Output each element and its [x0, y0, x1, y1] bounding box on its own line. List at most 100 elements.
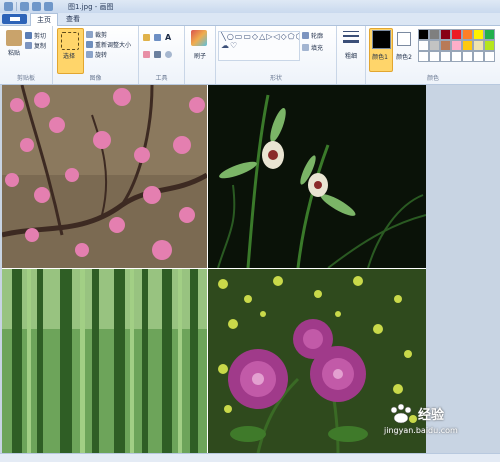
- rotate-icon: [86, 51, 93, 58]
- orchid-photo: [208, 85, 426, 268]
- palette-swatch[interactable]: [462, 40, 473, 51]
- colors-group-label: 颜色: [426, 75, 439, 82]
- watermark-url: jingyan.baidu.com: [384, 426, 458, 435]
- palette-swatch[interactable]: [484, 40, 495, 51]
- color2-label: 颜色2: [396, 54, 412, 61]
- watermark: 经验 jingyan.baidu.com: [378, 404, 498, 444]
- shapes-group: ╲○▭▭◇△▷◁◇⬠⬡▢☆☆☆◯☁♡ 轮廓 填充 形状: [216, 26, 337, 84]
- title-bar: 图1.jpg - 画图: [0, 0, 500, 13]
- clipboard-group-label: 剪贴板: [16, 75, 35, 82]
- baidu-paw-icon: [390, 404, 412, 424]
- outline-icon: [302, 32, 309, 39]
- select-icon: [61, 32, 79, 50]
- size-group: 粗细: [337, 26, 366, 84]
- clipboard-group: 粘贴 剪切 复制 剪贴板: [0, 26, 53, 84]
- fill-button[interactable]: 填充: [302, 43, 323, 52]
- size-line-1: [343, 31, 359, 32]
- color1-swatch: [372, 30, 391, 49]
- undo-icon[interactable]: [32, 2, 41, 11]
- palette-swatch[interactable]: [418, 51, 429, 62]
- palette-swatch[interactable]: [473, 40, 484, 51]
- tab-view[interactable]: 查看: [60, 13, 86, 25]
- color2-swatch[interactable]: [397, 32, 411, 46]
- rotate-label: 旋转: [95, 52, 108, 59]
- palette-swatch[interactable]: [429, 40, 440, 51]
- image-canvas[interactable]: [2, 85, 426, 453]
- fill-label: 填充: [311, 45, 324, 52]
- shapes-group-label: 形状: [269, 75, 282, 82]
- paint-app-icon[interactable]: [4, 2, 13, 11]
- crop-label: 裁剪: [95, 32, 108, 39]
- palette-swatch[interactable]: [462, 29, 473, 40]
- file-menu-button[interactable]: [2, 14, 27, 24]
- palette-swatch[interactable]: [440, 29, 451, 40]
- size-line-2: [343, 35, 359, 37]
- text-tool-icon[interactable]: A: [165, 33, 171, 42]
- paste-icon[interactable]: [6, 30, 22, 46]
- palette-swatch[interactable]: [451, 29, 462, 40]
- size-line-3: [343, 40, 359, 43]
- tab-home[interactable]: 主页: [30, 13, 58, 26]
- palette-swatch[interactable]: [462, 51, 473, 62]
- outline-label: 轮廓: [311, 33, 324, 40]
- toolbar-separator: [16, 2, 17, 11]
- image-group-label: 图像: [89, 75, 102, 82]
- bamboo-photo: [2, 269, 207, 453]
- palette-swatch[interactable]: [451, 40, 462, 51]
- quick-access-toolbar: [4, 2, 53, 11]
- ribbon: 粘贴 剪切 复制 剪贴板 选择 裁剪 重新调整大小 旋转 图像 A 工具 刷子 …: [0, 26, 500, 85]
- crop-icon: [86, 31, 93, 38]
- brush-icon[interactable]: [191, 30, 207, 46]
- window-title: 图1.jpg - 画图: [68, 3, 114, 11]
- shapes-gallery[interactable]: ╲○▭▭◇△▷◁◇⬠⬡▢☆☆☆◯☁♡: [218, 31, 300, 61]
- palette-swatch[interactable]: [440, 51, 451, 62]
- brushes-label: 刷子: [193, 53, 206, 60]
- colors-group: 颜色1 颜色2 颜色: [366, 26, 500, 84]
- outline-button[interactable]: 轮廓: [302, 31, 323, 40]
- tools-row-2: [143, 51, 172, 58]
- ribbon-tabs: 主页 查看: [0, 13, 500, 26]
- palette-swatch[interactable]: [440, 40, 451, 51]
- rotate-button[interactable]: 旋转: [86, 50, 107, 59]
- eraser-icon[interactable]: [143, 51, 150, 58]
- copy-label: 复制: [34, 43, 47, 50]
- palette-swatch[interactable]: [418, 40, 429, 51]
- palette-swatch[interactable]: [473, 29, 484, 40]
- magnifier-icon[interactable]: [165, 51, 172, 58]
- tools-group-label: 工具: [155, 75, 168, 82]
- resize-button[interactable]: 重新调整大小: [86, 40, 131, 49]
- palette-swatch[interactable]: [473, 51, 484, 62]
- palette-swatch[interactable]: [451, 51, 462, 62]
- tools-row-1: A: [143, 33, 171, 42]
- cut-label: 剪切: [34, 33, 47, 40]
- palette-swatch[interactable]: [484, 51, 495, 62]
- image-group: 选择 裁剪 重新调整大小 旋转 图像: [53, 26, 139, 84]
- plum-blossom-photo: [2, 85, 207, 268]
- copy-icon: [25, 42, 32, 49]
- canvas-area[interactable]: [0, 85, 500, 453]
- palette-swatch[interactable]: [418, 29, 429, 40]
- copy-button[interactable]: 复制: [25, 41, 46, 50]
- tools-group: A 工具: [139, 26, 185, 84]
- crop-button[interactable]: 裁剪: [86, 30, 107, 39]
- palette-swatch[interactable]: [484, 29, 495, 40]
- palette-swatch[interactable]: [429, 51, 440, 62]
- resize-label: 重新调整大小: [95, 42, 132, 49]
- redo-icon[interactable]: [44, 2, 53, 11]
- resize-icon: [86, 41, 93, 48]
- size-button[interactable]: 粗细: [339, 51, 363, 60]
- pencil-icon[interactable]: [143, 34, 150, 41]
- brushes-group: 刷子: [185, 26, 216, 84]
- menu-icon: [9, 17, 20, 21]
- color-picker-icon[interactable]: [154, 51, 161, 58]
- watermark-text: 经验: [418, 408, 445, 423]
- fill-icon: [302, 44, 309, 51]
- select-label: 选择: [62, 53, 75, 60]
- fill-bucket-icon[interactable]: [154, 34, 161, 41]
- cut-button[interactable]: 剪切: [25, 31, 46, 40]
- paste-button[interactable]: 粘贴: [2, 48, 26, 57]
- color1-label: 颜色1: [372, 54, 388, 61]
- scissors-icon: [25, 32, 32, 39]
- palette-swatch[interactable]: [429, 29, 440, 40]
- save-icon[interactable]: [20, 2, 29, 11]
